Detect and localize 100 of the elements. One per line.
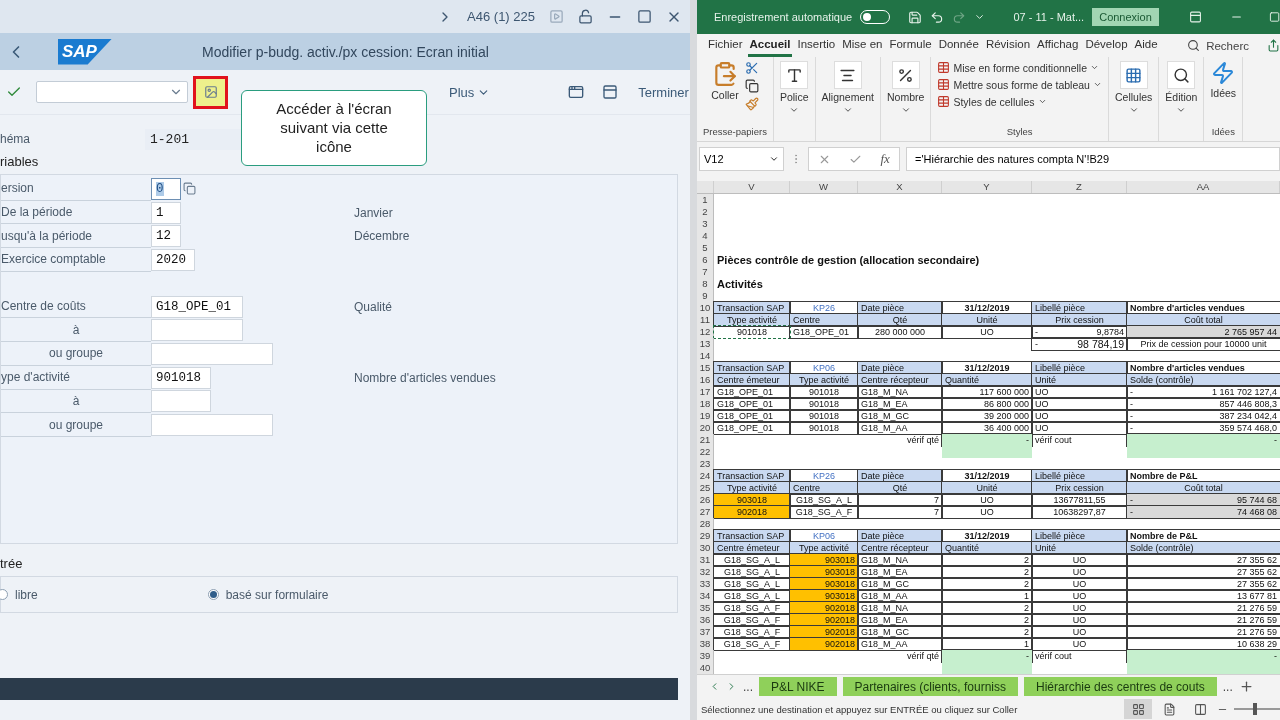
row-number[interactable]: 8 [697, 278, 714, 291]
sheet-tab[interactable]: P&L NIKE [759, 677, 837, 697]
name-box[interactable]: V12 [699, 147, 784, 172]
ribbon-tab[interactable]: Mise en [840, 34, 885, 58]
input-field[interactable]: 2020 [151, 248, 195, 271]
command-field[interactable] [36, 81, 188, 103]
ribbon-tab[interactable]: Insertio [795, 34, 838, 58]
save-icon[interactable] [908, 9, 923, 25]
input-field[interactable]: 1 [151, 201, 181, 224]
input-field[interactable] [151, 390, 211, 413]
table-cell: UO [1032, 386, 1127, 399]
row-number[interactable]: 28 [697, 518, 714, 531]
table-cell: Date pièce [858, 530, 942, 543]
column-header[interactable]: Z [1032, 181, 1127, 194]
slider-thumb[interactable] [1252, 703, 1257, 716]
column-header[interactable]: X [858, 181, 942, 194]
more-button[interactable]: Plus [449, 84, 491, 100]
ribbon-tab[interactable]: Révision [983, 34, 1033, 58]
paste-button[interactable]: Coller [711, 61, 739, 102]
table-cell: KP06 [790, 362, 858, 375]
table-cell: 2 765 957 44 [1127, 326, 1280, 339]
table-cell: G18_M_AA [858, 590, 942, 603]
input-field[interactable] [151, 342, 273, 365]
row-number[interactable]: 23 [697, 458, 714, 471]
input-field[interactable]: 901018 [151, 366, 211, 389]
ribbon-tab[interactable]: Donnée [936, 34, 981, 58]
row-number[interactable]: 14 [697, 350, 714, 363]
row-number[interactable]: 13 [697, 338, 714, 351]
search-icon[interactable] [1187, 39, 1201, 53]
ribbon-button[interactable]: Idées [1210, 61, 1237, 100]
styles-menu-button[interactable]: Mettre sous forme de tableau [937, 78, 1102, 92]
ribbon-display-icon[interactable] [1188, 10, 1202, 25]
table-cell: UO [1032, 566, 1127, 579]
ribbon-button[interactable]: Alignement [821, 61, 875, 116]
value-help-icon[interactable] [183, 182, 196, 196]
row-number[interactable]: 21 [697, 434, 714, 447]
table-cell: KP26 [790, 302, 858, 315]
new-window-icon[interactable] [602, 84, 619, 100]
row-number[interactable]: 4 [697, 230, 714, 243]
radio-icon[interactable] [207, 589, 219, 600]
view-button[interactable] [1124, 699, 1152, 720]
column-header[interactable]: W [790, 181, 858, 194]
ribbon-tab[interactable]: Formule [887, 34, 934, 58]
ribbon-tab[interactable]: Fichier [706, 34, 745, 58]
sheet-tab[interactable]: Hiérarchie des centres de couts [1024, 677, 1217, 697]
row-number[interactable]: 3 [697, 218, 714, 231]
ribbon-tab[interactable]: Dévelop [1083, 34, 1130, 58]
table-cell: UO [1032, 614, 1127, 627]
ribbon-tab[interactable]: Affichag [1035, 34, 1081, 58]
row-number[interactable]: 12 [697, 326, 714, 339]
maximize-icon[interactable] [1268, 11, 1280, 24]
table-cell: Centre récepteur [858, 374, 942, 387]
sign-in-button[interactable]: Connexion [1092, 8, 1159, 27]
input-field[interactable]: 0 [151, 177, 181, 200]
exit-button[interactable]: Terminer [638, 84, 689, 100]
table-cell: Centre [790, 482, 858, 495]
cell-value: 95 744 68 [1236, 494, 1277, 507]
more-sheets[interactable]: ... [743, 679, 753, 694]
undo-icon[interactable] [930, 9, 945, 25]
row-number[interactable]: 40 [697, 662, 714, 675]
unlock-icon[interactable] [578, 9, 593, 24]
radio-icon[interactable] [0, 589, 8, 600]
sheet-tab[interactable]: Partenaires (clients, fourniss [842, 677, 1018, 697]
input-field[interactable]: G18_OPE_01 [151, 295, 243, 318]
share-icon[interactable] [1267, 39, 1280, 53]
ribbon-tab[interactable]: Aide [1132, 34, 1160, 58]
input-field[interactable]: 12 [151, 225, 181, 248]
row-number[interactable]: 9 [697, 290, 714, 303]
ribbon-button[interactable]: Édition [1165, 61, 1198, 116]
search-field[interactable]: Recherc [1206, 39, 1249, 52]
cell-value: 9,8784 [1096, 326, 1124, 339]
row-number[interactable]: 6 [697, 254, 714, 267]
row-number[interactable]: 22 [697, 446, 714, 459]
ribbon-button[interactable]: Cellules [1114, 61, 1153, 116]
input-field[interactable] [151, 414, 273, 437]
more-sheets[interactable]: ... [1222, 679, 1233, 694]
styles-menu-button[interactable]: Styles de cellules [937, 95, 1102, 109]
window-icon[interactable] [568, 84, 585, 100]
row-number[interactable]: 2 [697, 206, 714, 219]
ribbon-button[interactable]: Nombre [887, 61, 925, 116]
column-header[interactable]: AA [1127, 181, 1280, 194]
row-number[interactable]: 7 [697, 266, 714, 279]
maximize-icon[interactable] [637, 9, 652, 24]
cut-icon[interactable] [744, 61, 759, 76]
formula-field[interactable]: ='Hiérarchie des natures compta N'!B29 [906, 147, 1280, 172]
input-field[interactable] [151, 319, 243, 342]
next-screen-button[interactable] [193, 75, 228, 109]
function-icon[interactable]: fx [880, 151, 890, 168]
row-number[interactable]: 39 [697, 650, 714, 663]
row-number[interactable]: 5 [697, 242, 714, 255]
row-number[interactable]: 1 [697, 194, 714, 207]
column-header[interactable]: Y [942, 181, 1032, 194]
add-sheet-icon[interactable] [1238, 679, 1254, 695]
copy-icon[interactable] [744, 79, 759, 94]
radio-option[interactable]: libre [0, 587, 38, 602]
styles-menu-button[interactable]: Mise en forme conditionnelle [937, 61, 1102, 75]
font-icon [785, 66, 803, 84]
table-cell: 903018 [714, 494, 790, 507]
column-header[interactable]: V [714, 181, 790, 194]
search-icon [1172, 66, 1190, 84]
